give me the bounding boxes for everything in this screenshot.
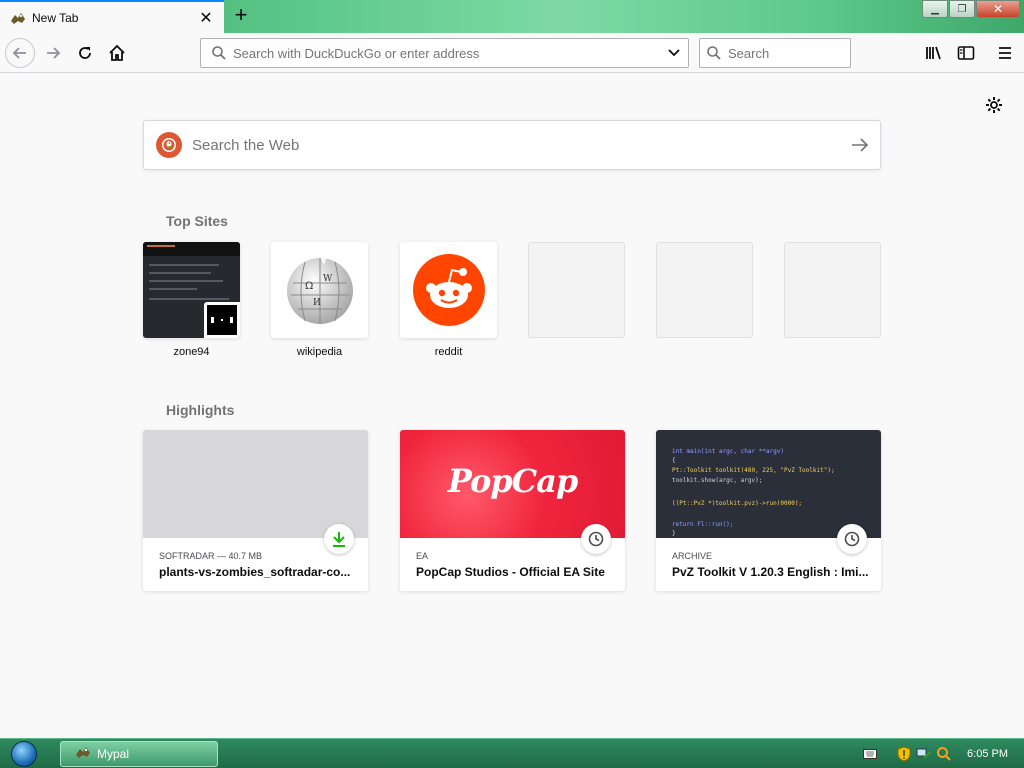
card-meta: ARCHIVE (672, 551, 713, 561)
svg-text:Ω: Ω (305, 281, 313, 292)
reddit-logo-icon (412, 254, 485, 326)
web-search-input[interactable] (192, 136, 840, 154)
reload-button[interactable] (71, 39, 99, 67)
home-icon (109, 44, 125, 61)
hamburger-menu-icon (999, 47, 1011, 59)
top-site-label: zone94 (173, 346, 210, 358)
code-line: } (672, 530, 676, 537)
tab-new-tab[interactable]: New Tab ✕ (0, 0, 224, 33)
new-tab-button[interactable]: + (229, 4, 253, 28)
chevron-down-icon[interactable] (660, 48, 688, 58)
card-preview-image: PopCap (400, 430, 625, 538)
card-meta: SOFTRADAR — 40.7 MB (159, 551, 263, 561)
code-line: toolkit.show(argc, argv); (672, 477, 763, 484)
windows-logo-icon (11, 741, 37, 767)
top-site-thumbnail (143, 242, 240, 338)
window-controls: ▁ ❐ ✕ (921, 0, 1020, 18)
wikipedia-globe-icon: Ω W И (286, 257, 353, 324)
address-input[interactable] (233, 45, 660, 61)
top-site-empty[interactable] (656, 242, 753, 338)
menu-button[interactable] (991, 39, 1019, 67)
highlights-heading: Highlights (166, 402, 235, 418)
top-site-thumbnail (400, 242, 497, 338)
security-shield-icon[interactable] (895, 745, 913, 763)
top-site-label: wikipedia (296, 346, 343, 358)
network-icon[interactable] (915, 745, 933, 763)
card-title: PopCap Studios - Official EA Site (416, 565, 605, 579)
sidebar-button[interactable] (952, 39, 980, 67)
taskbar-item-mypal[interactable]: Mypal (60, 741, 218, 767)
title-bar: New Tab ✕ + ▁ ❐ ✕ (0, 0, 1024, 33)
mypal-icon (75, 745, 91, 764)
empty-tile-placeholder (528, 242, 625, 338)
library-icon (926, 46, 941, 60)
top-site-wikipedia[interactable]: Ω W И wikipedia (271, 242, 368, 358)
empty-tile-placeholder (656, 242, 753, 338)
search-icon (205, 45, 233, 61)
svg-text:И: И (313, 298, 321, 308)
clock-icon (581, 524, 611, 554)
top-site-label: reddit (434, 346, 463, 358)
tab-title: New Tab (32, 10, 79, 25)
mypal-icon (10, 10, 26, 26)
address-bar[interactable] (200, 38, 689, 68)
top-site-empty[interactable] (528, 242, 625, 338)
search-icon[interactable] (935, 745, 953, 763)
top-site-empty[interactable] (784, 242, 881, 338)
popcap-logo: PopCap (447, 462, 579, 500)
top-site-thumbnail: Ω W И (271, 242, 368, 338)
zone94-favicon (204, 302, 240, 338)
restore-button[interactable]: ❐ (949, 0, 975, 18)
code-line: return Fl::run(); (672, 521, 734, 528)
arrow-right-icon[interactable] (840, 138, 880, 152)
search-icon (700, 45, 728, 61)
back-arrow-icon (12, 47, 26, 59)
highlights-grid: SOFTRADAR — 40.7 MB plants-vs-zombies_so… (143, 430, 883, 592)
forward-button[interactable] (39, 39, 67, 67)
code-line: ((Pt::PvZ *)toolkit.pvz)->run(0000); (672, 500, 803, 507)
forward-arrow-icon (47, 47, 61, 59)
download-icon (324, 524, 354, 554)
search-input[interactable] (728, 45, 850, 61)
search-bar[interactable] (699, 38, 851, 68)
close-window-button[interactable]: ✕ (976, 0, 1020, 18)
card-preview-image (143, 430, 368, 538)
sidebar-icon (957, 46, 975, 60)
code-line: Pt::Toolkit toolkit(480, 225, "PvZ Toolk… (672, 467, 835, 474)
highlight-card-softradar[interactable]: SOFTRADAR — 40.7 MB plants-vs-zombies_so… (143, 430, 368, 591)
start-button[interactable] (6, 739, 42, 768)
minimize-button[interactable]: ▁ (922, 0, 948, 18)
svg-text:W: W (323, 274, 333, 284)
system-tray: 6:05 PM (859, 739, 1024, 768)
duckduckgo-logo-icon (156, 132, 182, 158)
keyboard-icon[interactable] (861, 745, 879, 763)
taskbar-clock[interactable]: 6:05 PM (967, 748, 1008, 760)
back-button[interactable] (5, 38, 35, 68)
code-line: int main(int argc, char **argv) (672, 448, 784, 455)
top-site-zone94[interactable]: zone94 (143, 242, 240, 358)
card-title: PvZ Toolkit V 1.20.3 English : Imi... (672, 565, 869, 579)
navigation-toolbar (0, 33, 1024, 73)
home-button[interactable] (103, 39, 131, 67)
card-title: plants-vs-zombies_softradar-co... (159, 565, 351, 579)
card-meta: EA (416, 551, 429, 561)
web-search-box[interactable] (143, 120, 881, 170)
top-sites-heading: Top Sites (166, 213, 228, 229)
empty-tile-placeholder (784, 242, 881, 338)
highlight-card-pvz-toolkit[interactable]: int main(int argc, char **argv) { Pt::To… (656, 430, 881, 591)
top-sites-grid: zone94 Ω W И wikipedia reddit (143, 242, 883, 366)
reload-icon (79, 47, 91, 59)
close-tab-icon[interactable]: ✕ (194, 6, 218, 30)
library-button[interactable] (920, 39, 948, 67)
new-tab-page: Top Sites (0, 74, 1024, 738)
card-preview-image: int main(int argc, char **argv) { Pt::To… (656, 430, 881, 538)
highlight-card-popcap[interactable]: PopCap EA PopCap Studios - Official EA S… (400, 430, 625, 591)
taskbar: Mypal 6:05 PM (0, 738, 1024, 768)
clock-icon (837, 524, 867, 554)
top-site-reddit[interactable]: reddit (400, 242, 497, 358)
gear-icon[interactable] (983, 94, 1005, 116)
code-line: { (672, 457, 676, 464)
taskbar-item-label: Mypal (97, 747, 130, 761)
